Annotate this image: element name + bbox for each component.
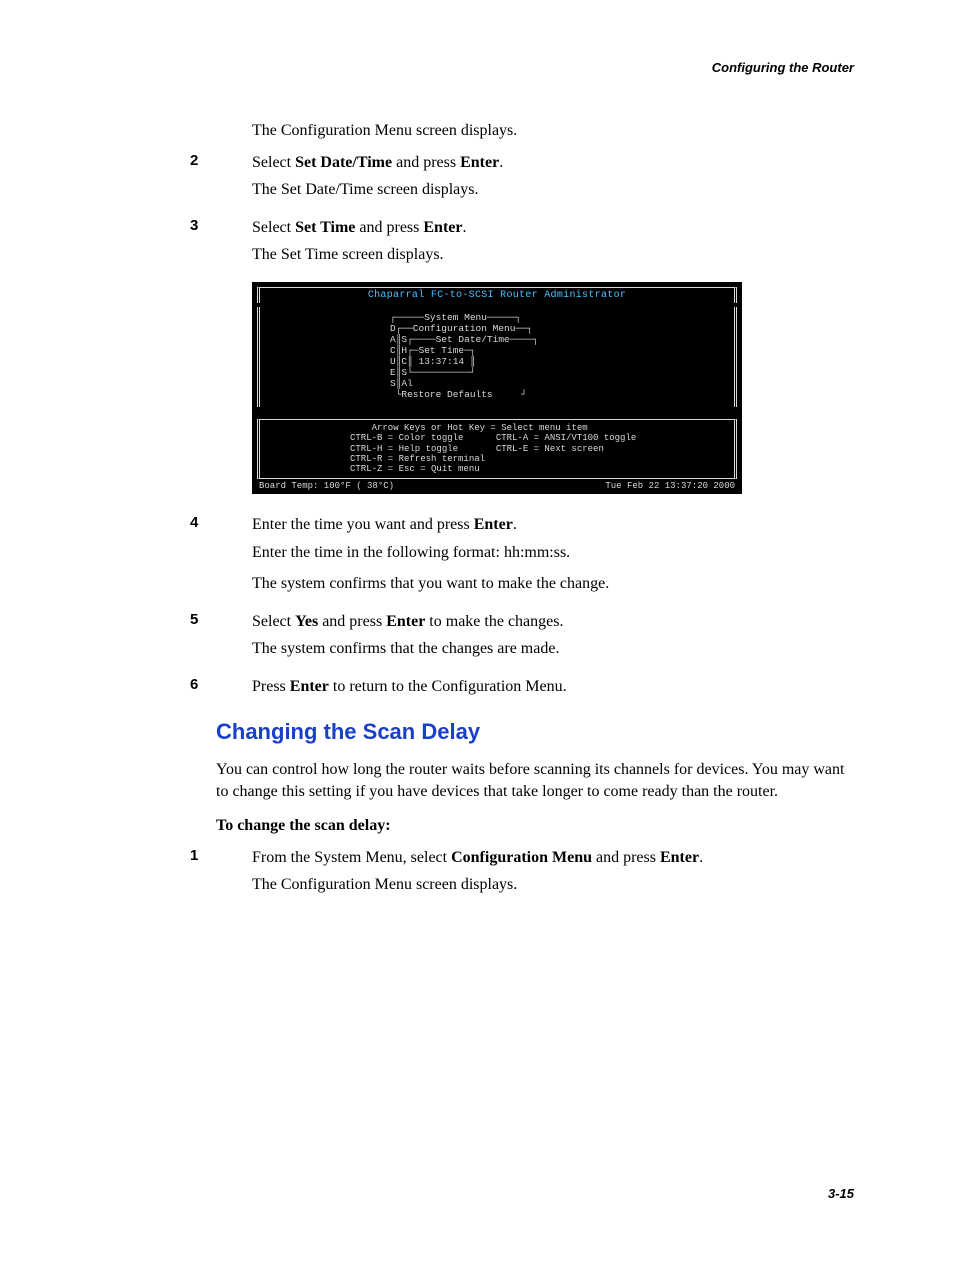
- terminal-status-bar: Board Temp: 100°F ( 38°C) Tue Feb 22 13:…: [257, 479, 737, 491]
- step-5-suffix: to make the changes.: [425, 613, 563, 630]
- step-3-bold2: Enter: [423, 219, 462, 236]
- section2-step-1: 1 From the System Menu, select Configura…: [216, 847, 854, 896]
- step-number: 5: [190, 611, 198, 628]
- step-number: 3: [190, 217, 198, 234]
- step-5-bold1: Yes: [295, 613, 318, 630]
- step-2-suffix: .: [499, 154, 503, 171]
- step-number: 6: [190, 676, 198, 693]
- step-3-mid: and press: [355, 219, 423, 236]
- step-2-bold1: Set Date/Time: [295, 154, 392, 171]
- step-number: 1: [190, 847, 198, 864]
- intro-paragraph: The Configuration Menu screen displays.: [252, 120, 854, 142]
- section-2-container: Changing the Scan Delay: [216, 719, 854, 745]
- step-4-follow1: Enter the time in the following format: …: [252, 542, 854, 564]
- terminal-status-right: Tue Feb 22 13:37:20 2000: [605, 481, 735, 491]
- step-5-text: Select: [252, 613, 295, 630]
- main-content: The Configuration Menu screen displays. …: [216, 120, 854, 697]
- step-number: 2: [190, 152, 198, 169]
- terminal-menu-text: ┌─────System Menu─────┐ D┌──Configuratio…: [390, 313, 654, 400]
- step-5-bold2: Enter: [386, 613, 425, 630]
- step-5: 5 Select Yes and press Enter to make the…: [216, 611, 854, 660]
- step-3-text: Select: [252, 219, 295, 236]
- section-intro: You can control how long the router wait…: [216, 759, 854, 802]
- step-6-bold1: Enter: [290, 678, 329, 695]
- step-6-suffix: to return to the Configuration Menu.: [329, 678, 567, 695]
- step-4: 4 Enter the time you want and press Ente…: [216, 514, 854, 595]
- section-2-body: You can control how long the router wait…: [216, 759, 854, 895]
- s2-step1-bold2: Enter: [660, 849, 699, 866]
- step-4-suffix: .: [513, 516, 517, 533]
- s2-step1-text: From the System Menu, select: [252, 849, 451, 866]
- subhead-suffix: :: [385, 817, 390, 834]
- step-4-text: Enter the time you want and press: [252, 516, 474, 533]
- step-6-text: Press: [252, 678, 290, 695]
- step-2-mid: and press: [392, 154, 460, 171]
- terminal-screenshot: Chaparral FC-to-SCSI Router Administrato…: [252, 282, 742, 494]
- step-number: 4: [190, 514, 198, 531]
- s2-step1-mid: and press: [592, 849, 660, 866]
- step-3-bold1: Set Time: [295, 219, 355, 236]
- s2-step1-suffix: .: [699, 849, 703, 866]
- step-5-follow: The system confirms that the changes are…: [252, 638, 854, 660]
- step-3-follow: The Set Time screen displays.: [252, 244, 854, 266]
- s2-step1-bold1: Configuration Menu: [451, 849, 592, 866]
- s2-step1-follow: The Configuration Menu screen displays.: [252, 874, 854, 896]
- step-3-suffix: .: [462, 219, 466, 236]
- subhead-bold: To change the scan delay: [216, 817, 385, 834]
- step-4-bold1: Enter: [474, 516, 513, 533]
- step-2-follow: The Set Date/Time screen displays.: [252, 179, 854, 201]
- section-heading: Changing the Scan Delay: [216, 719, 854, 745]
- step-2-text: Select: [252, 154, 295, 171]
- page-number: 3-15: [120, 1186, 854, 1201]
- step-3: 3 Select Set Time and press Enter. The S…: [216, 217, 854, 266]
- terminal-menu-area: ┌─────System Menu─────┐ D┌──Configuratio…: [257, 307, 737, 406]
- terminal-help-area: Arrow Keys or Hot Key = Select menu item…: [257, 419, 737, 479]
- terminal-title: Chaparral FC-to-SCSI Router Administrato…: [257, 287, 737, 304]
- terminal-status-left: Board Temp: 100°F ( 38°C): [259, 481, 394, 491]
- running-header: Configuring the Router: [120, 60, 854, 75]
- procedure-subhead: To change the scan delay:: [216, 817, 854, 835]
- step-5-mid: and press: [318, 613, 386, 630]
- step-4-follow2: The system confirms that you want to mak…: [252, 573, 854, 595]
- step-6: 6 Press Enter to return to the Configura…: [216, 676, 854, 698]
- step-2: 2 Select Set Date/Time and press Enter. …: [216, 152, 854, 201]
- step-2-bold2: Enter: [460, 154, 499, 171]
